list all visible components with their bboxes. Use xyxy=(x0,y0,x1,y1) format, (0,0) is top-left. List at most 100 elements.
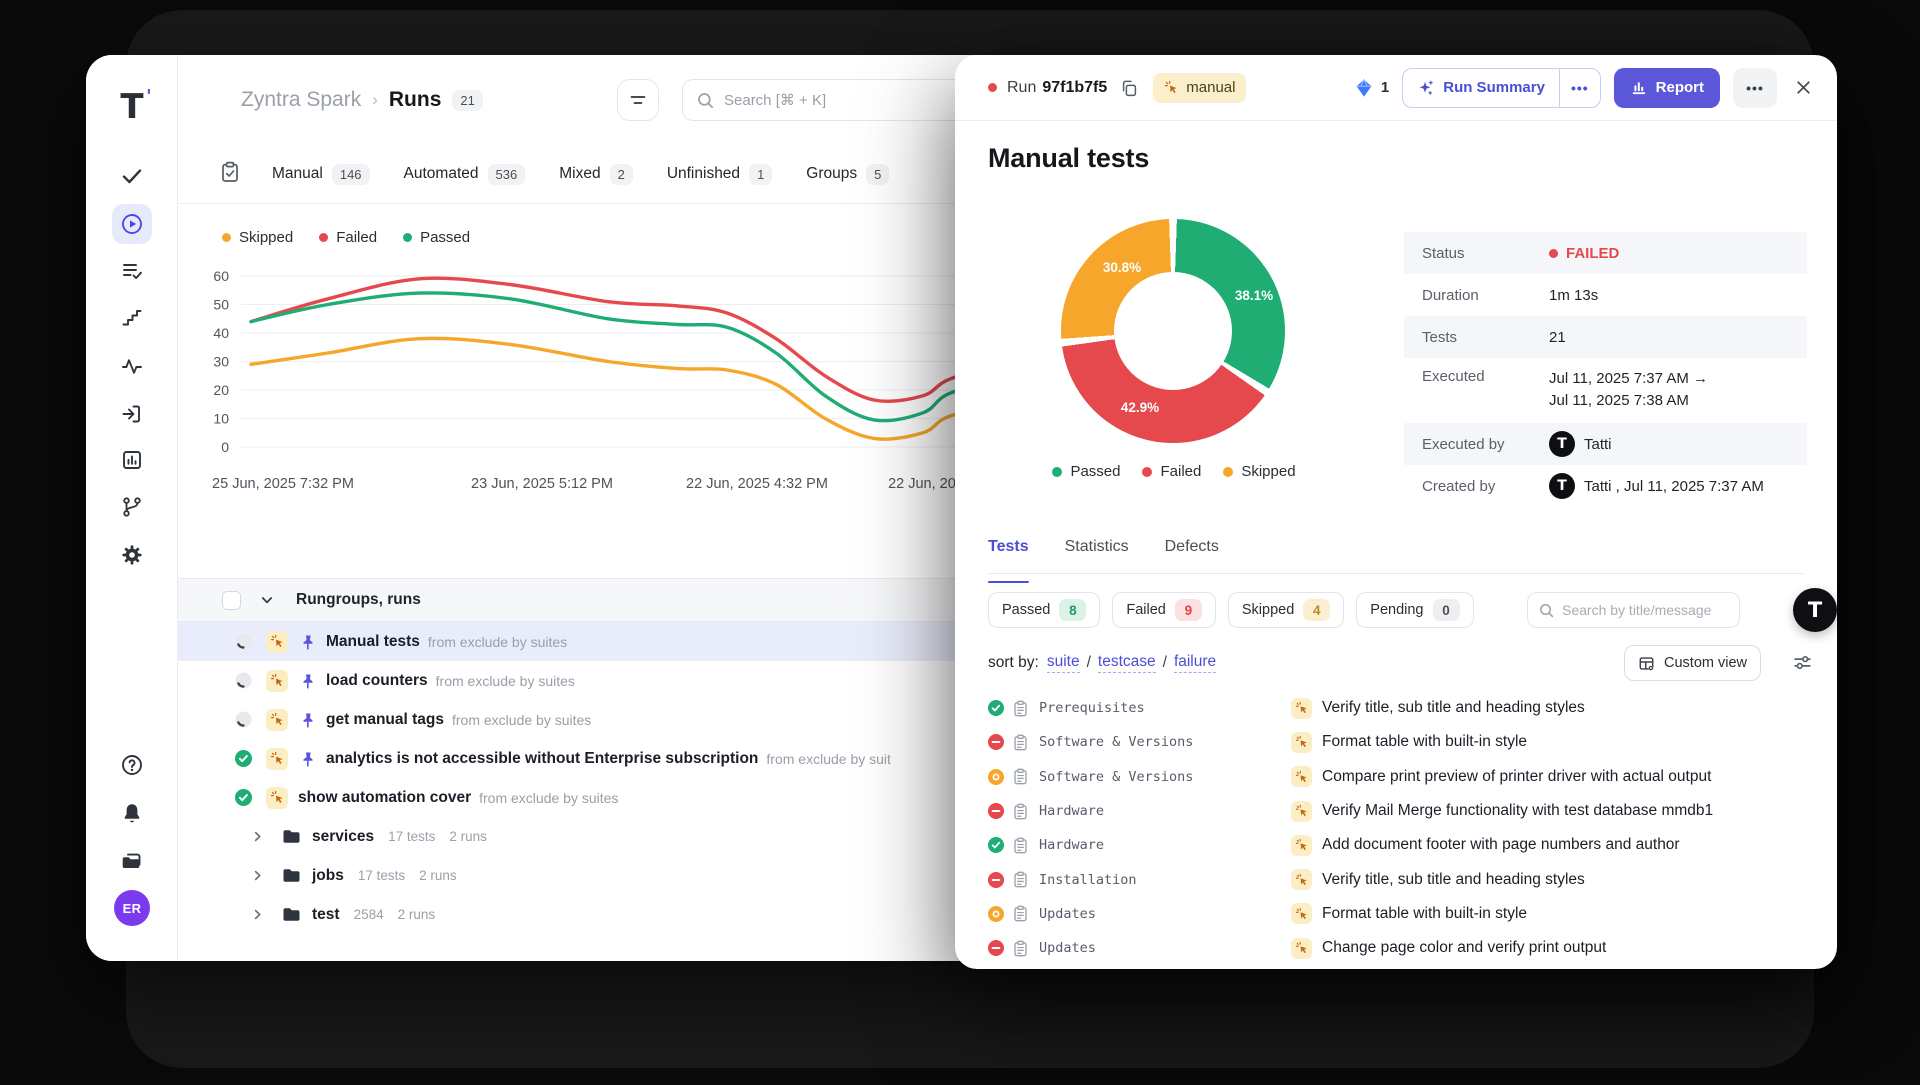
run-summary-button[interactable]: Run Summary xyxy=(1403,69,1559,107)
tab-manual[interactable]: Manual146 xyxy=(272,164,370,185)
sort-by-testcase[interactable]: testcase xyxy=(1098,653,1156,673)
sort-by-failure[interactable]: failure xyxy=(1174,653,1216,673)
test-row[interactable]: Hardware Verify Mail Merge functionality… xyxy=(955,794,1837,828)
chevron-right-icon[interactable] xyxy=(251,830,264,843)
sidebar-item-notifications[interactable] xyxy=(112,793,152,833)
tab-statistics[interactable]: Statistics xyxy=(1065,538,1129,573)
clipboard-icon xyxy=(1012,803,1029,820)
executed-range: Jul 11, 2025 7:37 AM → Jul 11, 2025 7:38… xyxy=(1549,368,1708,412)
test-row[interactable]: Software & Versions Compare print previe… xyxy=(955,760,1837,794)
chevron-right-icon[interactable] xyxy=(251,869,264,882)
legend-passed[interactable]: Passed xyxy=(1052,463,1120,480)
svg-text:40: 40 xyxy=(213,325,229,341)
passed-dot xyxy=(403,233,412,242)
sidebar-item-tests[interactable] xyxy=(112,156,152,196)
folder-icon xyxy=(281,904,302,925)
test-row[interactable]: Prerequisites Verify title, sub title an… xyxy=(955,691,1837,725)
view-options-icon[interactable] xyxy=(1792,652,1813,673)
clipboard-icon xyxy=(1012,768,1029,785)
tab-unfinished[interactable]: Unfinished1 xyxy=(667,164,772,185)
legend-skipped[interactable]: Skipped xyxy=(1223,463,1295,480)
test-title: Change page color and verify print outpu… xyxy=(1322,939,1606,957)
test-row[interactable]: Updates Change page color and verify pri… xyxy=(955,931,1837,965)
tab-tests[interactable]: Tests xyxy=(988,538,1029,573)
credits-indicator[interactable]: 1 xyxy=(1354,78,1389,98)
clipboard-icon xyxy=(1012,837,1029,854)
report-button[interactable]: Report xyxy=(1614,68,1720,108)
sort-by-suite[interactable]: suite xyxy=(1047,653,1080,673)
legend-passed[interactable]: Passed xyxy=(403,229,470,246)
test-row[interactable]: Software & Versions Format table with bu… xyxy=(955,725,1837,759)
chevron-right-icon[interactable] xyxy=(251,908,264,921)
legend-failed[interactable]: Failed xyxy=(1142,463,1201,480)
folders-icon xyxy=(120,849,144,873)
donut-passed-label: 38.1% xyxy=(1217,288,1291,303)
sidebar-item-import[interactable] xyxy=(112,394,152,434)
filter-pending[interactable]: Pending0 xyxy=(1356,592,1473,628)
legend-failed[interactable]: Failed xyxy=(319,229,377,246)
test-row[interactable]: Updates Format table with built-in style xyxy=(955,897,1837,931)
manual-test-icon xyxy=(1291,801,1312,822)
tab-automated[interactable]: Automated536 xyxy=(404,164,526,185)
svg-text:0: 0 xyxy=(221,439,229,455)
more-actions-button[interactable]: ••• xyxy=(1733,68,1777,108)
suite-name: Software & Versions xyxy=(1039,769,1193,785)
select-all-checkbox[interactable] xyxy=(222,591,241,610)
manual-test-icon xyxy=(1291,698,1312,719)
custom-view-button[interactable]: Custom view xyxy=(1624,645,1761,681)
app-logo[interactable]: T' xyxy=(112,87,152,127)
sidebar-item-plans[interactable] xyxy=(112,251,152,291)
run-summary-more-button[interactable]: ••• xyxy=(1559,69,1600,107)
tab-groups[interactable]: Groups5 xyxy=(806,164,889,185)
sidebar-item-settings[interactable] xyxy=(112,535,152,575)
test-title: Compare print preview of printer driver … xyxy=(1322,768,1711,786)
tab-defects[interactable]: Defects xyxy=(1165,538,1219,573)
tab-mixed[interactable]: Mixed2 xyxy=(559,164,633,185)
chevron-down-icon[interactable] xyxy=(260,593,274,607)
bar-chart-icon xyxy=(120,448,144,472)
status-filter-row: Passed8 Failed9 Skipped4 Pending0 Search… xyxy=(988,592,1837,628)
list-check-icon xyxy=(120,259,144,283)
help-icon xyxy=(120,753,144,777)
filter-button[interactable] xyxy=(617,79,659,121)
select-all-icon[interactable] xyxy=(219,161,241,188)
test-row[interactable]: Installation Verify title, sub title and… xyxy=(955,862,1837,896)
user-avatar[interactable]: ER xyxy=(112,888,152,928)
close-icon[interactable] xyxy=(1794,78,1813,97)
support-widget-button[interactable]: T xyxy=(1793,588,1837,632)
copy-icon[interactable] xyxy=(1120,79,1138,97)
sidebar-item-runs[interactable] xyxy=(112,204,152,244)
donut-legend: Passed Failed Skipped xyxy=(955,463,1393,480)
sidebar-item-branches[interactable] xyxy=(112,487,152,527)
clipboard-icon xyxy=(1012,871,1029,888)
sidebar-item-help[interactable] xyxy=(112,745,152,785)
filter-passed[interactable]: Passed8 xyxy=(988,592,1100,628)
test-title: Format table with built-in style xyxy=(1322,733,1527,751)
tab-unfinished-count: 1 xyxy=(749,164,772,185)
breadcrumb-project[interactable]: Zyntra Spark xyxy=(241,88,361,112)
test-row[interactable]: Hardware Add document footer with page n… xyxy=(955,828,1837,862)
stairs-icon xyxy=(120,306,144,330)
info-row-duration: Duration 1m 13s xyxy=(1404,274,1807,316)
chart-legend: Skipped Failed Passed xyxy=(222,229,470,246)
sidebar: T' ER xyxy=(86,55,178,961)
user-avatar: T xyxy=(1549,431,1575,457)
info-row-tests: Tests 21 xyxy=(1404,316,1807,358)
passed-icon xyxy=(235,750,252,767)
svg-text:23 Jun, 2025 5:12 PM: 23 Jun, 2025 5:12 PM xyxy=(471,476,613,492)
sidebar-item-projects[interactable] xyxy=(112,841,152,881)
sidebar-item-steps[interactable] xyxy=(112,298,152,338)
suite-name: Hardware xyxy=(1039,803,1104,819)
info-row-executed: Executed Jul 11, 2025 7:37 AM → Jul 11, … xyxy=(1404,358,1807,423)
donut-failed-label: 42.9% xyxy=(1103,400,1177,415)
sidebar-item-activity[interactable] xyxy=(112,346,152,386)
legend-skipped[interactable]: Skipped xyxy=(222,229,293,246)
tests-search-input[interactable]: Search by title/message xyxy=(1527,592,1740,628)
svg-text:22 Jun, 2025 4:32 PM: 22 Jun, 2025 4:32 PM xyxy=(686,476,828,492)
sidebar-item-analytics[interactable] xyxy=(112,440,152,480)
info-row-created-by: Created by TTatti , Jul 11, 2025 7:37 AM xyxy=(1404,465,1807,507)
test-title: Verify Mail Merge functionality with tes… xyxy=(1322,802,1713,820)
filter-failed[interactable]: Failed9 xyxy=(1112,592,1216,628)
filter-skipped[interactable]: Skipped4 xyxy=(1228,592,1344,628)
suite-name: Updates xyxy=(1039,940,1096,956)
